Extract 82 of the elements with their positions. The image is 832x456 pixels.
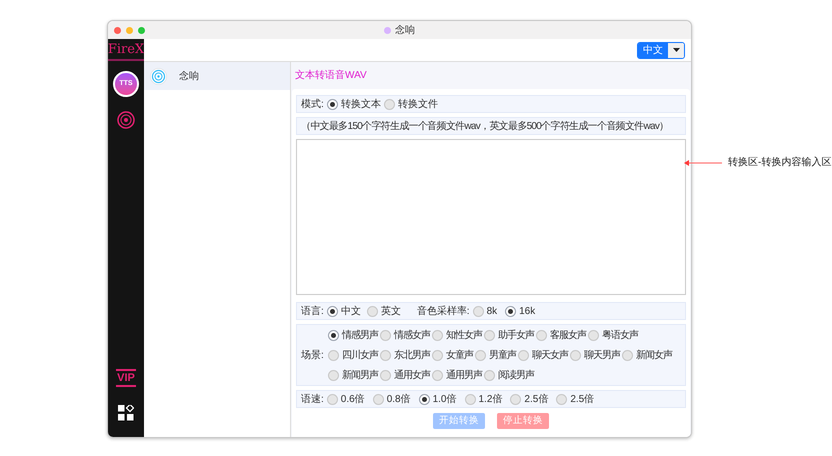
radio-button[interactable] xyxy=(536,330,547,340)
arrow xyxy=(684,158,722,166)
option-label: 转换文本 xyxy=(340,98,381,112)
radio-button[interactable] xyxy=(556,394,568,404)
field-label: 模式: xyxy=(301,98,324,112)
vip-badge[interactable]: VIP xyxy=(116,369,136,387)
annotation-label: 转换区-转换内容输入区 xyxy=(728,156,832,170)
option-label: 新闻男声 xyxy=(342,368,378,382)
caret-icon xyxy=(672,48,680,52)
radio-button[interactable] xyxy=(326,306,338,316)
radio-button[interactable] xyxy=(432,370,443,380)
apps-icon[interactable] xyxy=(118,405,134,421)
option-label: 知性女声 xyxy=(446,328,482,342)
radio-button[interactable] xyxy=(432,350,443,360)
disc-icon xyxy=(150,68,167,84)
option-label: 0.8倍 xyxy=(386,392,411,406)
radio-button[interactable] xyxy=(380,350,391,360)
radio-button[interactable] xyxy=(570,350,581,360)
radio-button[interactable] xyxy=(418,394,430,404)
close-button[interactable] xyxy=(114,26,121,34)
logo: FireX xyxy=(108,39,144,61)
option-label: 8k xyxy=(486,304,498,318)
option-label: 16k xyxy=(519,304,536,318)
radio-button[interactable] xyxy=(328,330,339,340)
radio-button[interactable] xyxy=(518,350,529,360)
option-label: 四川女声 xyxy=(342,348,378,362)
radio-button[interactable] xyxy=(474,350,486,360)
radio-button[interactable] xyxy=(326,98,338,110)
option-label: 客服女声 xyxy=(550,328,586,342)
radio-button[interactable] xyxy=(372,394,384,404)
option-label: 阅读男声 xyxy=(498,368,534,382)
option-label: 情感女声 xyxy=(394,328,430,342)
language-dropdown[interactable]: 中文 xyxy=(637,42,685,58)
option-label: 东北男声 xyxy=(394,348,430,362)
radio-button[interactable] xyxy=(380,330,391,340)
option-label: 转换文件 xyxy=(398,98,438,112)
option-label: 通用男声 xyxy=(446,368,482,382)
minimize-button[interactable] xyxy=(126,26,133,34)
option-label: 英文 xyxy=(380,304,401,318)
option-label: 新闻女声 xyxy=(636,348,672,362)
option-label: 情感男声 xyxy=(342,328,378,342)
app-icon xyxy=(384,26,391,34)
option-label: 0.6倍 xyxy=(340,392,365,406)
disc-icon[interactable] xyxy=(117,111,135,129)
radio-button[interactable] xyxy=(472,306,484,316)
maximize-button[interactable] xyxy=(138,26,145,34)
radio-button[interactable] xyxy=(622,350,633,360)
radio-button[interactable] xyxy=(328,350,339,360)
window-title: 念响 xyxy=(395,24,415,38)
option-label: 女童声 xyxy=(446,348,473,362)
field-label: 音色采样率: xyxy=(416,304,470,318)
stop-button[interactable]: 停止转换 xyxy=(497,413,549,429)
radio-button[interactable] xyxy=(505,306,516,316)
text-input-area[interactable] xyxy=(296,139,686,295)
option-label: 聊天男声 xyxy=(584,348,620,362)
option-label: 男童声 xyxy=(488,348,516,362)
option-label: 聊天女声 xyxy=(532,348,568,362)
field-label: 语言: xyxy=(301,304,324,318)
radio-button[interactable] xyxy=(326,394,338,404)
radio-button[interactable] xyxy=(588,330,599,340)
radio-button[interactable] xyxy=(510,394,522,404)
radio-button[interactable] xyxy=(484,330,495,340)
app-list-item[interactable]: 念响 xyxy=(144,62,290,90)
option-label: 1.2倍 xyxy=(478,392,502,406)
option-label: 2.5倍 xyxy=(570,392,594,406)
radio-button[interactable] xyxy=(484,370,495,380)
option-label: 中文 xyxy=(340,304,361,318)
radio-button[interactable] xyxy=(366,306,378,316)
field-label: 语速: xyxy=(301,392,324,406)
option-label: 2.5倍 xyxy=(524,392,548,406)
option-label: 助手女声 xyxy=(498,328,534,342)
page-title: 文本转语音WAV xyxy=(295,68,367,83)
radio-button[interactable] xyxy=(328,370,339,380)
note-text: （中文最多150个字符生成一个音频文件wav，英文最多500个字符生成一个音频文件wav） xyxy=(301,120,668,134)
radio-button[interactable] xyxy=(384,98,395,110)
radio-button[interactable] xyxy=(380,370,391,380)
option-label: 粤语女声 xyxy=(602,328,638,342)
radio-button[interactable] xyxy=(464,394,476,404)
option-label: 1.0倍 xyxy=(432,392,456,406)
field-label: 场景: xyxy=(301,348,324,362)
radio-button[interactable] xyxy=(432,330,443,340)
option-label: 通用女声 xyxy=(394,368,430,382)
